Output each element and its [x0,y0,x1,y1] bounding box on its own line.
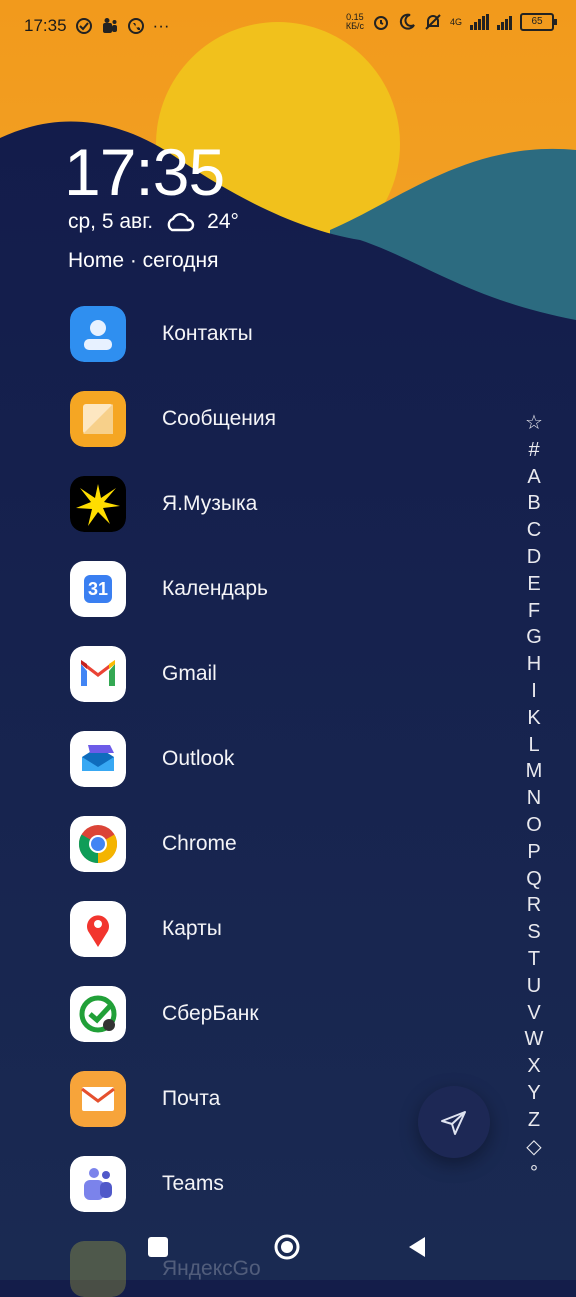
chrome-icon [70,816,126,872]
index-letter[interactable]: L [528,732,539,759]
index-letter[interactable]: R [527,892,541,919]
index-letter[interactable]: N [527,785,541,812]
navigation-bar [0,1214,576,1280]
app-item-outlook[interactable]: Outlook [70,731,450,787]
app-item-maps[interactable]: Карты [70,901,450,957]
alarm-icon [373,16,388,30]
speed-unit: КБ/с [345,21,364,31]
home-button[interactable] [274,1234,300,1260]
date-weather-row[interactable]: ср, 5 авг. 24° [68,210,239,234]
app-label: Почта [162,1087,221,1110]
index-letter[interactable]: M [526,758,543,785]
index-letter[interactable]: K [527,705,540,732]
moon-icon [399,13,415,30]
index-letter[interactable]: Z [528,1107,540,1134]
calendar-day: 31 [84,575,112,603]
maps-icon [70,901,126,957]
index-letter[interactable]: ☆ [525,410,543,437]
index-letter[interactable]: F [528,598,540,625]
app-label: Сообщения [162,407,276,430]
home-subtitle: Home · сегодня [68,249,219,272]
mute-icon [425,14,441,30]
sberbank-icon [70,986,126,1042]
send-icon [441,1111,466,1135]
index-letter[interactable]: G [526,624,542,651]
app-label: Outlook [162,747,235,770]
date-text: ср, 5 авг. [68,210,154,233]
app-item-calendar[interactable]: 31 Календарь [70,561,450,617]
app-item-yandex-music[interactable]: Я.Музыка [70,476,450,532]
app-item-contacts[interactable]: Контакты [70,306,450,362]
teams-icon [70,1156,126,1212]
app-item-mail[interactable]: Почта [70,1071,450,1127]
app-label: Карты [162,917,222,940]
app-label: Teams [162,1172,224,1195]
index-letter[interactable]: U [527,973,541,1000]
status-left: 17:35 ··· [24,16,170,36]
network-type: 4G [449,17,462,27]
teams-notification-icon [102,18,117,33]
index-letter[interactable]: V [527,1000,540,1027]
battery-icon: 65 [520,13,557,31]
triangle-back-icon [409,1237,425,1257]
app-label: Chrome [162,832,237,855]
app-item-gmail[interactable]: Gmail [70,646,450,702]
outlook-icon [70,731,126,787]
app-item-messages[interactable]: Сообщения [70,391,450,447]
index-letter[interactable]: D [527,544,541,571]
yandex-music-icon [70,476,126,532]
index-letter[interactable]: S [527,919,540,946]
index-letter[interactable]: P [527,839,540,866]
square-icon [148,1237,168,1257]
status-right: 0.15 КБ/с 4G 65 [346,13,557,31]
messages-icon [70,391,126,447]
index-letter[interactable]: A [527,464,540,491]
app-label: Gmail [162,662,217,685]
index-letter[interactable]: W [525,1026,544,1053]
more-icon: ··· [152,16,170,35]
gmail-icon [70,646,126,702]
send-fab-button[interactable] [418,1086,490,1158]
back-button[interactable] [404,1234,430,1260]
cloud-icon [167,213,195,232]
index-letter[interactable]: B [527,490,540,517]
index-letter[interactable]: O [526,812,542,839]
app-item-teams[interactable]: Teams [70,1156,450,1212]
phone-icon [127,18,144,34]
app-item-sberbank[interactable]: СберБанк [70,986,450,1042]
alphabet-index[interactable]: ☆ # A B C D E F G H I K L M N O P Q R S … [524,410,544,1187]
index-letter[interactable]: C [527,517,541,544]
contacts-icon [70,306,126,362]
status-time: 17:35 [24,16,67,35]
check-circle-icon [75,18,92,34]
index-letter[interactable]: I [531,678,537,705]
app-item-chrome[interactable]: Chrome [70,816,450,872]
index-letter[interactable]: Y [527,1080,540,1107]
index-letter[interactable]: T [528,946,540,973]
index-letter[interactable]: ◇ [526,1134,541,1161]
index-letter[interactable]: H [527,651,541,678]
index-letter[interactable]: # [528,437,539,464]
home-clock[interactable]: 17:35 [64,134,225,210]
signal-icon [470,14,489,30]
temperature-text: 24° [207,210,239,233]
mail-icon [70,1071,126,1127]
network-speed: 0.15 КБ/с [346,13,364,31]
index-letter[interactable]: E [527,571,540,598]
index-letter[interactable]: Q [526,866,542,893]
wifi-signal-icon [497,14,512,30]
recents-button[interactable] [145,1234,171,1260]
calendar-icon: 31 [70,561,126,617]
app-label: СберБанк [162,1002,259,1025]
index-letter[interactable]: X [527,1053,540,1080]
app-label: Календарь [162,577,268,600]
index-letter[interactable]: ° [530,1160,538,1187]
app-label: Контакты [162,322,253,345]
app-label: Я.Музыка [162,492,258,515]
status-bar: 17:35 ··· 0.15 КБ/с 4G 65 [0,0,576,52]
